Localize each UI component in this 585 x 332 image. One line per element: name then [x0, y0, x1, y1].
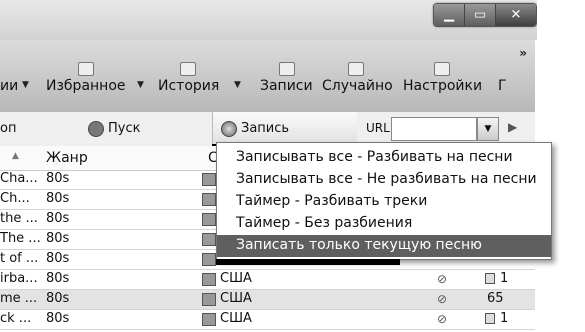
cell-number: 65 — [487, 291, 504, 306]
cell-country: США — [220, 311, 252, 326]
toolbar-item-random[interactable]: Случайно — [322, 78, 393, 94]
flag-icon — [202, 293, 216, 306]
table-row-selected[interactable]: me ... 80s США ⊘ 65 — [0, 290, 535, 310]
cell-genre: 80s — [46, 171, 70, 186]
record-button[interactable]: Запись — [212, 112, 357, 146]
cell-genre: 80s — [46, 251, 70, 266]
menu-item-timer-split[interactable]: Таймер - Разбивать треки — [217, 191, 551, 213]
table-row[interactable]: irba... 80s США ⊘ 1 — [0, 270, 535, 290]
bitrate-icon — [485, 313, 495, 324]
flag-icon — [202, 313, 216, 326]
link-icon[interactable]: ⊘ — [437, 292, 447, 306]
cell-genre: 80s — [46, 271, 70, 286]
cell-title: ck ... — [0, 311, 32, 326]
toolbar-item-favorites[interactable]: Избранное — [46, 78, 126, 94]
column-header-genre[interactable]: Жанр — [46, 150, 88, 166]
cell-title: the ... — [0, 211, 38, 226]
window-controls: ▁ ▭ ✕ — [433, 3, 537, 27]
url-dropdown-button[interactable]: ▼ — [477, 117, 499, 141]
record-button-label: Запись — [241, 121, 290, 136]
link-icon[interactable]: ⊘ — [437, 272, 447, 286]
main-toolbar: ии ▼ Избранное ▼ История ▼ Записи Случай… — [0, 40, 535, 113]
menu-item-label: Записывать все - Разбивать на песни — [236, 149, 513, 165]
record-mode-menu: Записывать все - Разбивать на песни Запи… — [216, 142, 552, 260]
chevron-down-icon[interactable]: ▼ — [22, 80, 29, 90]
play-button-label[interactable]: Пуск — [108, 121, 140, 136]
settings-icon — [434, 62, 450, 76]
cell-title: Ch... — [0, 191, 30, 206]
table-row[interactable]: ck ... 80s США ⊘ 1 — [0, 310, 535, 330]
close-button[interactable]: ✕ — [496, 4, 536, 26]
toolbar-item-settings[interactable]: Настройки — [403, 78, 482, 94]
flag-icon — [202, 213, 216, 226]
cell-title: The ... — [0, 231, 41, 246]
toolbar-item-partial[interactable]: ии — [0, 78, 18, 94]
chevron-down-icon[interactable]: ▼ — [234, 80, 241, 90]
cell-country: США — [220, 271, 252, 286]
cell-genre: 80s — [46, 291, 70, 306]
cell-title: me ... — [0, 291, 38, 306]
more-chevron-icon[interactable]: » — [519, 46, 527, 60]
flag-icon — [202, 273, 216, 286]
menu-item-record-current[interactable]: Записать только текущую песню — [217, 235, 551, 257]
cell-genre: 80s — [46, 311, 70, 326]
menu-underline — [216, 259, 400, 265]
toolbar-item-partial-right[interactable]: Г — [498, 78, 507, 94]
maximize-button[interactable]: ▭ — [465, 4, 496, 26]
minimize-icon: ▁ — [444, 7, 454, 23]
cell-country: США — [220, 291, 252, 306]
cell-number: 1 — [500, 271, 509, 286]
menu-item-label: Таймер - Разбивать треки — [236, 193, 428, 209]
cell-title: t of ... — [0, 251, 39, 266]
cell-genre: 80s — [46, 191, 70, 206]
go-icon[interactable]: ▶ — [508, 120, 517, 134]
bitrate-icon — [485, 273, 495, 284]
link-icon[interactable]: ⊘ — [437, 312, 447, 326]
flag-icon — [202, 233, 216, 246]
menu-item-record-all-split[interactable]: Записывать все - Разбивать на песни — [217, 147, 551, 169]
cell-genre: 80s — [46, 231, 70, 246]
cell-title: irba... — [0, 271, 38, 286]
menu-item-timer-nosplit[interactable]: Таймер - Без разбиения — [217, 213, 551, 235]
url-label: URL — [366, 121, 390, 135]
menu-item-label: Записывать все - Не разбивать на песни — [236, 171, 537, 187]
menu-item-record-all-nosplit[interactable]: Записывать все - Не разбивать на песни — [217, 169, 551, 191]
close-icon: ✕ — [510, 7, 522, 23]
window-titlebar: ▁ ▭ ✕ — [0, 0, 585, 40]
minimize-button[interactable]: ▁ — [434, 4, 465, 26]
toolbar-item-recordings[interactable]: Записи — [260, 78, 313, 94]
record-icon — [221, 121, 237, 137]
url-input[interactable] — [391, 117, 477, 141]
random-icon — [348, 62, 364, 76]
menu-item-label: Записать только текущую песню — [236, 237, 482, 253]
cell-title: Cha... — [0, 171, 38, 186]
favorites-icon — [78, 62, 94, 76]
flag-icon — [202, 173, 216, 186]
recordings-icon — [279, 62, 295, 76]
chevron-down-icon[interactable]: ▼ — [137, 80, 144, 90]
sort-up-icon[interactable]: ▲ — [12, 151, 19, 161]
background-strip — [537, 0, 585, 40]
maximize-icon: ▭ — [473, 7, 487, 23]
toolbar-item-history[interactable]: История — [158, 78, 219, 94]
menu-item-label: Таймер - Без разбиения — [236, 215, 413, 231]
play-icon[interactable] — [88, 121, 104, 137]
flag-icon — [202, 253, 216, 266]
cell-genre: 80s — [46, 211, 70, 226]
stop-button-label[interactable]: оп — [0, 121, 16, 136]
cell-number: 1 — [500, 311, 509, 326]
history-icon — [180, 62, 196, 76]
flag-icon — [202, 193, 216, 206]
